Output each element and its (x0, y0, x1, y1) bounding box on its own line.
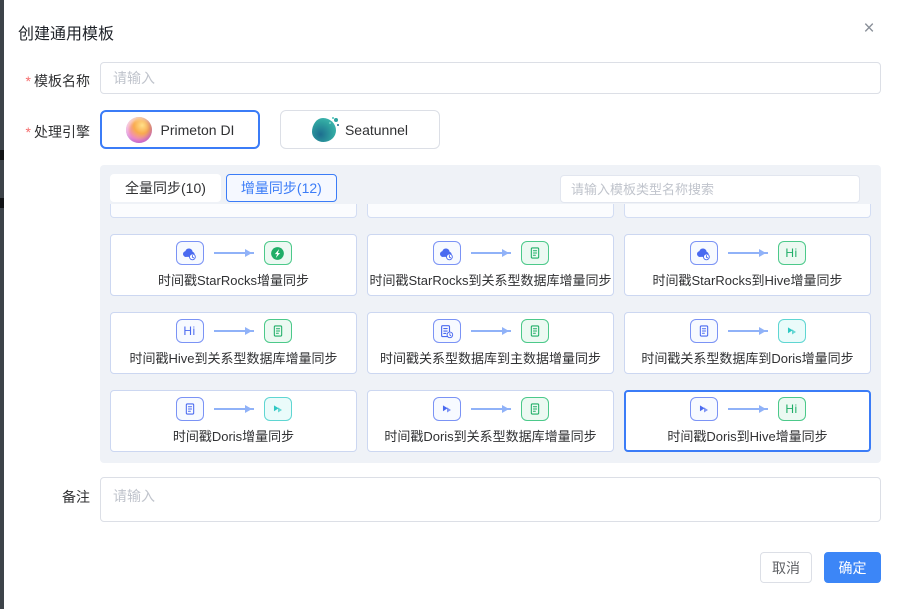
template-card[interactable]: Hi 时间戳Hive到关系型数据库增量同步 (110, 312, 357, 374)
timestamp-cloud-icon (690, 241, 718, 265)
arrow-right-icon (728, 330, 768, 332)
card-icon-row: Hi (176, 319, 292, 343)
document-clock-icon (433, 319, 461, 343)
card-icon-row (176, 397, 292, 421)
card-title: 时间戳StarRocks增量同步 (158, 270, 309, 289)
hive-icon: Hi (778, 241, 806, 265)
card-title: 时间戳Doris增量同步 (173, 426, 294, 445)
timestamp-cloud-icon (176, 241, 204, 265)
card-icon-row: Hi (690, 397, 806, 421)
tab-incremental-sync[interactable]: 增量同步(12) (226, 174, 337, 202)
required-mark: * (26, 124, 31, 140)
close-icon[interactable]: × (857, 18, 881, 42)
arrow-right-icon (214, 408, 254, 410)
template-card[interactable]: Hi 时间戳Doris到Hive增量同步 (624, 390, 871, 452)
doris-icon (433, 397, 461, 421)
card-title: 时间戳关系型数据库到主数据增量同步 (380, 348, 601, 367)
document-icon (521, 397, 549, 421)
arrow-right-icon (214, 252, 254, 254)
card-icon-row (433, 319, 549, 343)
template-card[interactable]: 时间戳StarRocks增量同步 (110, 234, 357, 296)
starrocks-icon (264, 241, 292, 265)
document-icon (176, 397, 204, 421)
card-title: 时间戳StarRocks到Hive增量同步 (653, 270, 843, 289)
arrow-right-icon (214, 330, 254, 332)
tab-full-sync[interactable]: 全量同步(10) (110, 174, 221, 202)
remark-input[interactable] (100, 477, 881, 522)
card-title: 时间戳Doris到Hive增量同步 (667, 426, 827, 445)
arrow-right-icon (471, 408, 511, 410)
doris-icon (690, 397, 718, 421)
arrow-right-icon (728, 252, 768, 254)
create-template-dialog: 创建通用模板 × *模板名称 *处理引擎 Primeton DI Seatunn… (4, 0, 901, 609)
template-card[interactable]: 时间戳Doris增量同步 (110, 390, 357, 452)
dialog-footer: 取消 确定 (760, 552, 881, 583)
card-icon-row (690, 319, 806, 343)
card-title: 时间戳Hive到关系型数据库增量同步 (129, 348, 337, 367)
card-icon-row (433, 241, 549, 265)
template-card[interactable]: 时间戳关系型数据库到主数据增量同步 (367, 312, 614, 374)
card-title: 时间戳StarRocks到关系型数据库增量同步 (370, 270, 612, 289)
card-title: 时间戳关系型数据库到Doris增量同步 (641, 348, 853, 367)
document-icon (521, 319, 549, 343)
template-card[interactable]: 时间戳StarRocks到关系型数据库增量同步 (367, 234, 614, 296)
template-name-input[interactable] (100, 62, 881, 94)
card-icon-row: Hi (690, 241, 806, 265)
template-card-grid[interactable]: 时间戳StarRocks增量同步 时间戳StarRocks到关系型数据库增量同步… (110, 204, 871, 455)
arrow-right-icon (728, 408, 768, 410)
card-title: 时间戳Doris到关系型数据库增量同步 (384, 426, 596, 445)
arrow-right-icon (471, 330, 511, 332)
primeton-di-logo-icon (126, 117, 152, 143)
doris-icon (264, 397, 292, 421)
doris-icon (778, 319, 806, 343)
required-mark: * (26, 73, 31, 89)
hive-icon: Hi (778, 397, 806, 421)
engine-option-primeton-di[interactable]: Primeton DI (100, 110, 260, 149)
sync-type-tabs: 全量同步(10) 增量同步(12) (110, 174, 337, 202)
document-icon (264, 319, 292, 343)
engine-selector: Primeton DI Seatunnel (100, 110, 440, 149)
cancel-button[interactable]: 取消 (760, 552, 812, 583)
template-picker-panel: 全量同步(10) 增量同步(12) 时间戳StarRocks增量同步 时间戳St… (100, 165, 881, 463)
confirm-button[interactable]: 确定 (824, 552, 881, 583)
card-icon-row (176, 241, 292, 265)
card-icon-row (433, 397, 549, 421)
document-icon (690, 319, 718, 343)
dialog-title: 创建通用模板 (18, 20, 114, 44)
engine-option-seatunnel[interactable]: Seatunnel (280, 110, 440, 149)
clipped-card-above[interactable] (110, 204, 357, 218)
clipped-card-above[interactable] (624, 204, 871, 218)
document-icon (521, 241, 549, 265)
engine-option-label: Primeton DI (161, 122, 235, 138)
template-search-input[interactable] (560, 175, 860, 203)
template-card[interactable]: Hi 时间戳StarRocks到Hive增量同步 (624, 234, 871, 296)
template-name-label: *模板名称 (4, 71, 90, 91)
hive-icon: Hi (176, 319, 204, 343)
clipped-card-above[interactable] (367, 204, 614, 218)
engine-option-label: Seatunnel (345, 122, 408, 138)
template-card[interactable]: 时间戳Doris到关系型数据库增量同步 (367, 390, 614, 452)
timestamp-cloud-icon (433, 241, 461, 265)
engine-label: *处理引擎 (4, 122, 90, 142)
seatunnel-logo-icon (312, 118, 336, 142)
template-card[interactable]: 时间戳关系型数据库到Doris增量同步 (624, 312, 871, 374)
remark-label: 备注 (4, 487, 90, 507)
arrow-right-icon (471, 252, 511, 254)
